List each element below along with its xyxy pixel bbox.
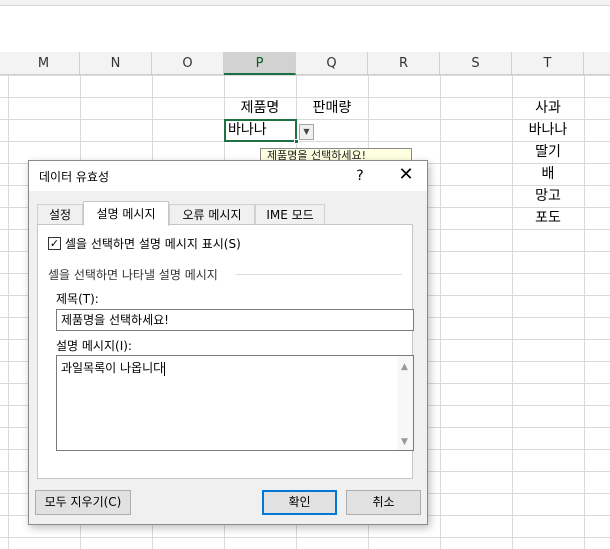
dialog-titlebar[interactable]: 데이터 유효성 ? ✕ bbox=[29, 161, 427, 191]
column-header-o[interactable]: O bbox=[152, 52, 224, 75]
dropdown-arrow-icon[interactable]: ▼ bbox=[299, 124, 314, 140]
fruit-cell[interactable]: 망고 bbox=[512, 185, 584, 207]
column-headers: M N O P Q R S T bbox=[0, 52, 610, 75]
column-header-q[interactable]: Q bbox=[296, 52, 368, 75]
column-header-t[interactable]: T bbox=[512, 52, 584, 75]
fruit-cell[interactable]: 딸기 bbox=[512, 141, 584, 163]
cancel-button[interactable]: 취소 bbox=[346, 490, 421, 515]
cell-sales-header[interactable]: 판매량 bbox=[296, 97, 368, 119]
title-field-label: 제목(T): bbox=[56, 292, 99, 306]
message-textarea[interactable]: 과일목록이 나옵니다 ▲ ▼ bbox=[56, 355, 414, 451]
fruit-cell[interactable]: 포도 bbox=[512, 207, 584, 229]
title-input[interactable]: 제품명을 선택하세요! bbox=[56, 309, 414, 331]
scroll-up-icon[interactable]: ▲ bbox=[401, 359, 408, 375]
tab-error-alert[interactable]: 오류 메시지 bbox=[169, 204, 255, 225]
checkmark-icon[interactable]: ✓ bbox=[48, 237, 61, 250]
column-header-m[interactable]: M bbox=[8, 52, 80, 75]
cell-product-header[interactable]: 제품명 bbox=[224, 97, 296, 119]
scroll-down-icon[interactable]: ▼ bbox=[401, 434, 408, 450]
ok-button[interactable]: 확인 bbox=[262, 490, 337, 515]
column-header-p[interactable]: P bbox=[224, 52, 296, 75]
dialog-title: 데이터 유효성 bbox=[39, 170, 110, 184]
data-validation-dialog: 데이터 유효성 ? ✕ 설정 설명 메시지 오류 메시지 IME 모드 ✓ 셀을… bbox=[28, 160, 428, 525]
formula-bar-area bbox=[0, 7, 610, 55]
active-cell[interactable]: 바나나 bbox=[224, 119, 297, 142]
text-caret bbox=[164, 361, 166, 376]
group-divider bbox=[236, 274, 402, 275]
tab-ime-mode[interactable]: IME 모드 bbox=[255, 204, 325, 225]
fruit-cell[interactable]: 배 bbox=[512, 163, 584, 185]
fruit-cell[interactable]: 바나나 bbox=[512, 119, 584, 141]
column-header-n[interactable]: N bbox=[80, 52, 152, 75]
tab-input-message[interactable]: 설명 메시지 bbox=[83, 201, 169, 226]
message-text: 과일목록이 나옵니다 bbox=[61, 361, 165, 375]
message-scrollbar[interactable]: ▲ ▼ bbox=[397, 356, 413, 450]
input-message-panel: ✓ 셀을 선택하면 설명 메시지 표시(S) 셀을 선택하면 나타낼 설명 메시… bbox=[37, 224, 414, 479]
show-message-checkbox-label: 셀을 선택하면 설명 메시지 표시(S) bbox=[65, 237, 241, 251]
clear-all-button[interactable]: 모두 지우기(C) bbox=[35, 490, 131, 515]
fruit-cell[interactable]: 사과 bbox=[512, 97, 584, 119]
column-header-s[interactable]: S bbox=[440, 52, 512, 75]
message-field-label: 설명 메시지(I): bbox=[56, 339, 132, 353]
ribbon-strip bbox=[0, 0, 610, 6]
column-header-r[interactable]: R bbox=[368, 52, 440, 75]
close-button[interactable]: ✕ bbox=[391, 163, 421, 187]
group-label: 셀을 선택하면 나타낼 설명 메시지 bbox=[48, 268, 218, 282]
show-message-checkbox-row[interactable]: ✓ 셀을 선택하면 설명 메시지 표시(S) bbox=[48, 235, 241, 252]
tab-settings[interactable]: 설정 bbox=[37, 204, 83, 225]
help-button[interactable]: ? bbox=[345, 165, 375, 187]
